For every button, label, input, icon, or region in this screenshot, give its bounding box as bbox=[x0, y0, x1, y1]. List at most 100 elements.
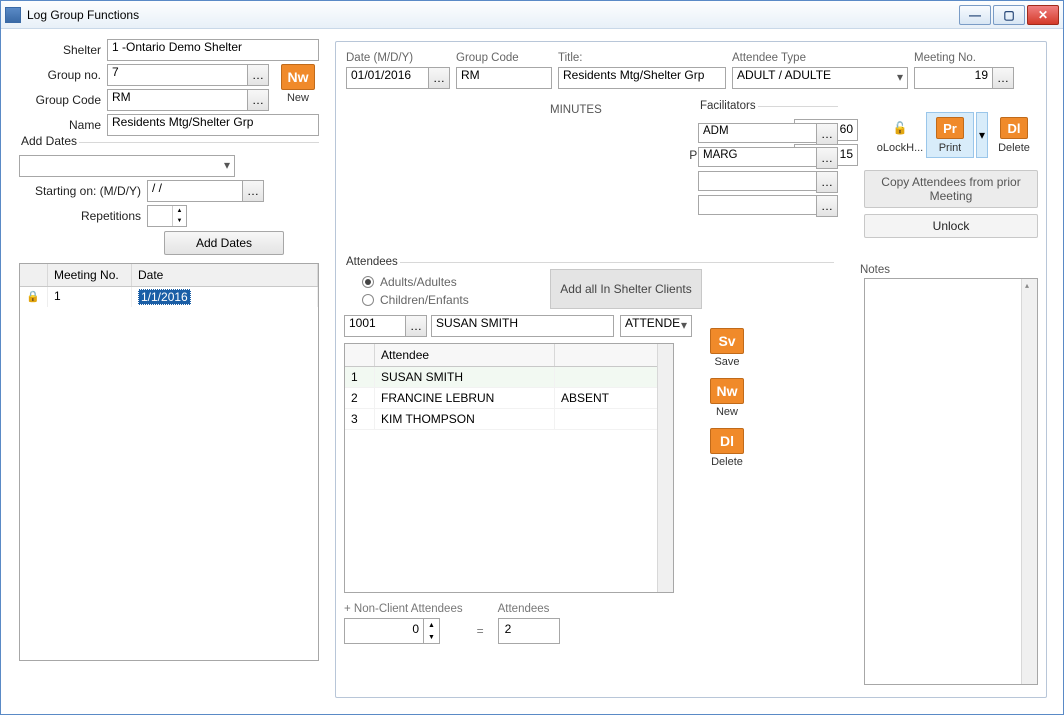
unlock-button[interactable]: Unlock bbox=[864, 214, 1038, 238]
save-attendee-button[interactable]: Sv Save bbox=[706, 328, 748, 368]
facilitator-field[interactable]: MARG bbox=[698, 147, 817, 167]
reps-down[interactable]: ▼ bbox=[173, 216, 186, 226]
reps-input[interactable] bbox=[148, 206, 172, 226]
meetno-label: Meeting No. bbox=[914, 52, 1014, 64]
copy-attendees-button[interactable]: Copy Attendees from prior Meeting bbox=[864, 170, 1038, 208]
minimize-button[interactable]: — bbox=[959, 5, 991, 25]
meetings-grid[interactable]: Meeting No. Date 1 1/1/2016 bbox=[19, 263, 319, 661]
maximize-button[interactable]: ▢ bbox=[993, 5, 1025, 25]
att-col-num bbox=[345, 344, 375, 366]
attendee-name-field[interactable]: SUSAN SMITH bbox=[431, 315, 614, 337]
facilitator-lookup-button[interactable]: … bbox=[816, 123, 838, 145]
print-button[interactable]: Pr Print bbox=[926, 112, 974, 158]
groupcode-lookup-button[interactable]: … bbox=[247, 89, 269, 111]
attendee-side-buttons: Sv Save Nw New Dl Delete bbox=[706, 328, 748, 468]
att-col-attendee[interactable]: Attendee bbox=[375, 344, 555, 366]
facilitator-field[interactable] bbox=[698, 171, 817, 191]
nonclient-label: + Non-Client Attendees bbox=[344, 603, 463, 615]
equals-label: = bbox=[477, 624, 484, 644]
attendee-type-select[interactable]: ATTENDE bbox=[620, 315, 692, 337]
delete-attendee-button[interactable]: Dl Delete bbox=[706, 428, 748, 468]
attendee-row[interactable]: 3 KIM THOMPSON bbox=[345, 409, 673, 430]
groupcode2-field[interactable]: RM bbox=[456, 67, 552, 89]
lock-button[interactable]: 🔓 oLockH... bbox=[876, 112, 924, 158]
meeting-row[interactable]: 1 1/1/2016 bbox=[20, 287, 318, 307]
action-buttons: 🔓 oLockH... Pr Print ▾ Dl Delete bbox=[876, 112, 1038, 158]
meetings-grid-header: Meeting No. Date bbox=[20, 264, 318, 287]
facilitators-title: Facilitators bbox=[698, 100, 758, 112]
att-col-status bbox=[555, 344, 673, 366]
notes-textarea[interactable] bbox=[864, 278, 1038, 685]
facilitators-box: Facilitators ADM… MARG… … … bbox=[698, 106, 838, 219]
starting-picker-button[interactable]: … bbox=[242, 180, 264, 202]
add-all-clients-button[interactable]: Add all In Shelter Clients bbox=[550, 269, 702, 309]
shelter-field[interactable]: 1 -Ontario Demo Shelter bbox=[107, 39, 319, 61]
attendee-row[interactable]: 2 FRANCINE LEBRUN ABSENT bbox=[345, 388, 673, 409]
new-attendee-button[interactable]: Nw New bbox=[706, 378, 748, 418]
attendees-scrollbar[interactable] bbox=[657, 344, 673, 592]
attype-label: Attendee Type bbox=[732, 52, 908, 64]
starting-field[interactable]: / / bbox=[147, 180, 243, 202]
meeting-row-date[interactable]: 1/1/2016 bbox=[138, 289, 191, 305]
reps-spinner[interactable]: ▲▼ bbox=[147, 205, 187, 227]
new-icon: Nw bbox=[281, 64, 315, 90]
attendees-title: Attendees bbox=[344, 256, 400, 268]
facilitator-lookup-button[interactable]: … bbox=[816, 147, 838, 169]
new-group-button[interactable]: Nw New bbox=[277, 64, 319, 104]
reps-up[interactable]: ▲ bbox=[173, 206, 186, 216]
attendees-grid[interactable]: Attendee 1 SUSAN SMITH 2 FRANCINE LEBRUN… bbox=[344, 343, 674, 593]
meeting-row-no: 1 bbox=[48, 287, 132, 307]
attendee-lookup-button[interactable]: … bbox=[405, 315, 427, 337]
add-dates-button[interactable]: Add Dates bbox=[164, 231, 284, 255]
name-field[interactable]: Residents Mtg/Shelter Grp bbox=[107, 114, 319, 136]
nonclient-down[interactable]: ▼ bbox=[424, 631, 439, 643]
delete-icon: Dl bbox=[1000, 117, 1028, 139]
meetings-col-lock bbox=[20, 264, 48, 286]
app-icon bbox=[5, 7, 21, 23]
delete-icon: Dl bbox=[710, 428, 744, 454]
titlebar: Log Group Functions — ▢ ✕ bbox=[1, 1, 1063, 29]
facilitator-field[interactable]: ADM bbox=[698, 123, 817, 143]
attype-select[interactable]: ADULT / ADULTE bbox=[732, 67, 908, 89]
print-dropdown-button[interactable]: ▾ bbox=[976, 112, 988, 158]
app-window: Log Group Functions — ▢ ✕ Shelter 1 -Ont… bbox=[0, 0, 1064, 715]
groupno-label: Group no. bbox=[19, 68, 107, 82]
attcount-field[interactable]: 2 bbox=[498, 618, 560, 644]
meetno-lookup-button[interactable]: … bbox=[992, 67, 1014, 89]
notes-scrollbar[interactable] bbox=[1021, 279, 1037, 684]
date-picker-button[interactable]: … bbox=[428, 67, 450, 89]
date-field[interactable]: 01/01/2016 bbox=[346, 67, 429, 89]
content-area: Shelter 1 -Ontario Demo Shelter Group no… bbox=[1, 29, 1063, 714]
attendee-id-field[interactable]: 1001 bbox=[344, 315, 406, 337]
notes-label: Notes bbox=[860, 264, 890, 276]
groupno-field[interactable]: 7 bbox=[107, 64, 248, 86]
new-icon: Nw bbox=[710, 378, 744, 404]
delete-meeting-button[interactable]: Dl Delete bbox=[990, 112, 1038, 158]
title-label: Title: bbox=[558, 52, 726, 64]
groupno-lookup-button[interactable]: … bbox=[247, 64, 269, 86]
date-template-select[interactable] bbox=[19, 155, 235, 177]
starting-label: Starting on: (M/D/Y) bbox=[19, 184, 147, 198]
groupcode2-label: Group Code bbox=[456, 52, 552, 64]
meetings-col-date[interactable]: Date bbox=[132, 264, 318, 286]
facilitator-lookup-button[interactable]: … bbox=[816, 171, 838, 193]
attcount-label: Attendees bbox=[498, 603, 560, 615]
attendee-row[interactable]: 1 SUSAN SMITH bbox=[345, 367, 673, 388]
facilitator-field[interactable] bbox=[698, 195, 817, 215]
groupcode-label: Group Code bbox=[19, 93, 107, 107]
right-panel: Date (M/D/Y) 01/01/2016 … Group Code RM … bbox=[335, 41, 1047, 698]
name-label: Name bbox=[19, 118, 107, 132]
nonclient-up[interactable]: ▲ bbox=[424, 619, 439, 631]
nonclient-value[interactable]: 0 bbox=[344, 618, 424, 644]
title-field[interactable]: Residents Mtg/Shelter Grp bbox=[558, 67, 726, 89]
meetno-field[interactable]: 19 bbox=[914, 67, 993, 89]
save-icon: Sv bbox=[710, 328, 744, 354]
window-title: Log Group Functions bbox=[27, 8, 957, 22]
date-label: Date (M/D/Y) bbox=[346, 52, 450, 64]
groupcode-field[interactable]: RM bbox=[107, 89, 248, 111]
facilitator-lookup-button[interactable]: … bbox=[816, 195, 838, 217]
nonclient-spinner[interactable]: 0 ▲▼ bbox=[344, 618, 463, 644]
padlock-icon: 🔓 bbox=[886, 116, 914, 140]
meetings-col-no[interactable]: Meeting No. bbox=[48, 264, 132, 286]
close-button[interactable]: ✕ bbox=[1027, 5, 1059, 25]
